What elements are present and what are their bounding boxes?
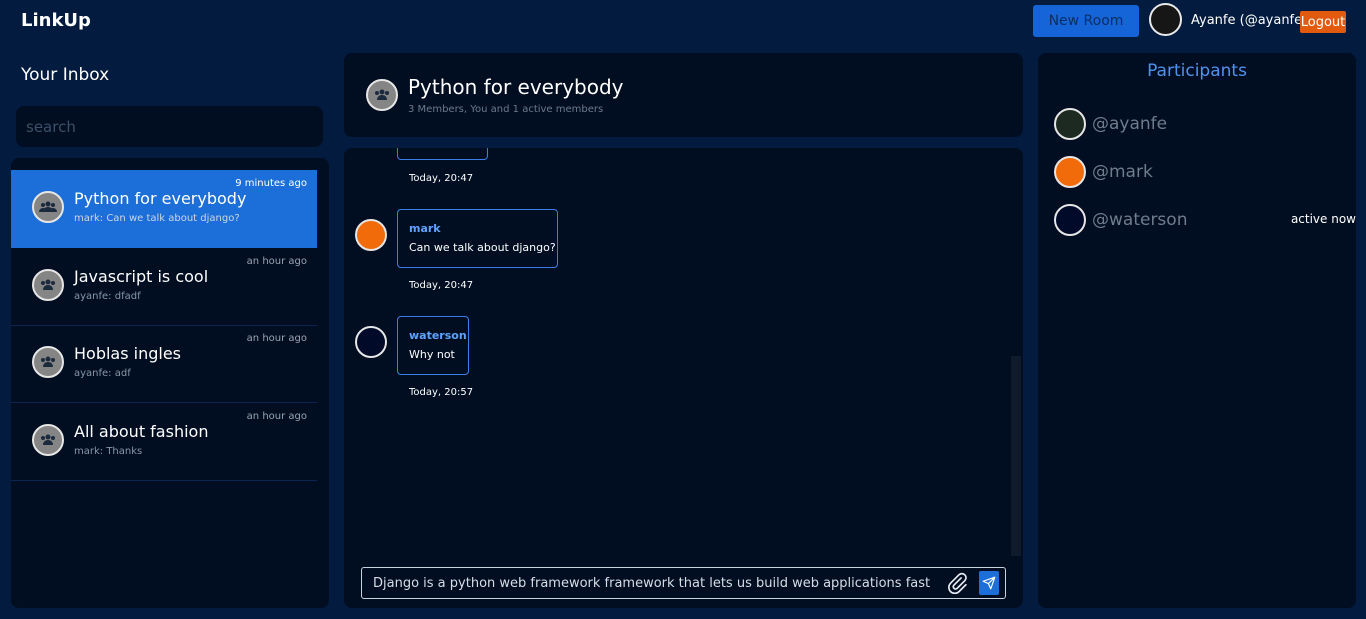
top-bar: LinkUp New Room Ayanfe (@ayanfe) Logout bbox=[0, 0, 1366, 44]
message-bubble: waterson Why not bbox=[397, 316, 469, 375]
message-bubble bbox=[397, 148, 488, 160]
inbox-item-name: Python for everybody bbox=[74, 189, 247, 208]
inbox-item-time: an hour ago bbox=[246, 333, 307, 344]
inbox-item-name: All about fashion bbox=[74, 422, 209, 441]
inbox-title: Your Inbox bbox=[21, 65, 110, 85]
message-author: waterson bbox=[409, 329, 467, 342]
participant-handle: @ayanfe bbox=[1092, 114, 1168, 134]
participants-panel: Participants @ayanfe @mark @waterson act… bbox=[1038, 53, 1356, 608]
message-input[interactable] bbox=[373, 568, 933, 598]
inbox-item-time: 9 minutes ago bbox=[235, 178, 307, 189]
group-icon bbox=[39, 201, 57, 212]
room-avatar bbox=[32, 191, 64, 223]
username-label[interactable]: Ayanfe (@ayanfe) bbox=[1191, 13, 1307, 28]
message-text: Why not bbox=[409, 348, 455, 361]
logout-button[interactable]: Logout bbox=[1300, 11, 1346, 33]
inbox-item-preview: ayanfe: dfadf bbox=[74, 291, 141, 302]
participant-handle: @waterson bbox=[1092, 210, 1188, 230]
send-button[interactable] bbox=[979, 571, 999, 595]
inbox-item-fashion[interactable]: All about fashion mark: Thanks an hour a… bbox=[11, 403, 317, 481]
scrollbar[interactable] bbox=[1011, 356, 1021, 556]
send-icon bbox=[982, 576, 996, 590]
participant-ayanfe[interactable]: @ayanfe bbox=[1054, 104, 1350, 144]
user-avatar[interactable] bbox=[1149, 3, 1182, 36]
inbox-item-preview: mark: Can we talk about django? bbox=[74, 213, 240, 224]
room-avatar bbox=[32, 346, 64, 378]
paperclip-icon[interactable] bbox=[946, 572, 968, 594]
inbox-item-javascript[interactable]: Javascript is cool ayanfe: dfadf an hour… bbox=[11, 248, 317, 326]
active-status: active now bbox=[1290, 212, 1356, 226]
chat-subtitle: 3 Members, You and 1 active members bbox=[408, 104, 604, 115]
inbox-list: Python for everybody mark: Can we talk a… bbox=[11, 158, 329, 608]
group-icon bbox=[41, 279, 55, 290]
message-text: Can we talk about django? bbox=[409, 241, 556, 254]
inbox-item-preview: ayanfe: adf bbox=[74, 368, 131, 379]
message-composer bbox=[361, 567, 1006, 599]
message-time: Today, 20:47 bbox=[409, 280, 474, 291]
message-time: Today, 20:47 bbox=[409, 173, 474, 184]
avatar bbox=[1054, 204, 1086, 236]
avatar bbox=[1054, 108, 1086, 140]
room-avatar bbox=[32, 269, 64, 301]
room-avatar bbox=[366, 79, 398, 111]
room-avatar bbox=[32, 424, 64, 456]
message-time: Today, 20:57 bbox=[409, 387, 474, 398]
message-list[interactable]: Today, 20:47 mark Can we talk about djan… bbox=[344, 148, 1023, 608]
inbox-item-time: an hour ago bbox=[246, 411, 307, 422]
participant-handle: @mark bbox=[1092, 162, 1153, 182]
avatar[interactable] bbox=[355, 326, 387, 358]
inbox-item-preview: mark: Thanks bbox=[74, 446, 143, 457]
inbox-item-name: Hoblas ingles bbox=[74, 344, 182, 363]
inbox-item-python[interactable]: Python for everybody mark: Can we talk a… bbox=[11, 170, 317, 248]
participant-mark[interactable]: @mark bbox=[1054, 152, 1350, 192]
participants-title: Participants bbox=[1147, 61, 1247, 81]
avatar[interactable] bbox=[355, 219, 387, 251]
brand-logo[interactable]: LinkUp bbox=[21, 10, 91, 31]
avatar bbox=[1054, 156, 1086, 188]
inbox-item-hoblas[interactable]: Hoblas ingles ayanfe: adf an hour ago bbox=[11, 325, 317, 403]
group-icon bbox=[375, 89, 389, 100]
participant-waterson[interactable]: @waterson active now bbox=[1054, 200, 1356, 240]
message-author: mark bbox=[409, 222, 441, 235]
inbox-item-name: Javascript is cool bbox=[74, 267, 209, 286]
search-input[interactable] bbox=[16, 106, 323, 147]
new-room-button[interactable]: New Room bbox=[1033, 5, 1139, 37]
inbox-item-time: an hour ago bbox=[246, 256, 307, 267]
message-bubble: mark Can we talk about django? bbox=[397, 209, 558, 268]
chat-title: Python for everybody bbox=[408, 75, 624, 99]
group-icon bbox=[41, 434, 55, 445]
group-icon bbox=[41, 356, 55, 367]
chat-header: Python for everybody 3 Members, You and … bbox=[344, 53, 1023, 137]
